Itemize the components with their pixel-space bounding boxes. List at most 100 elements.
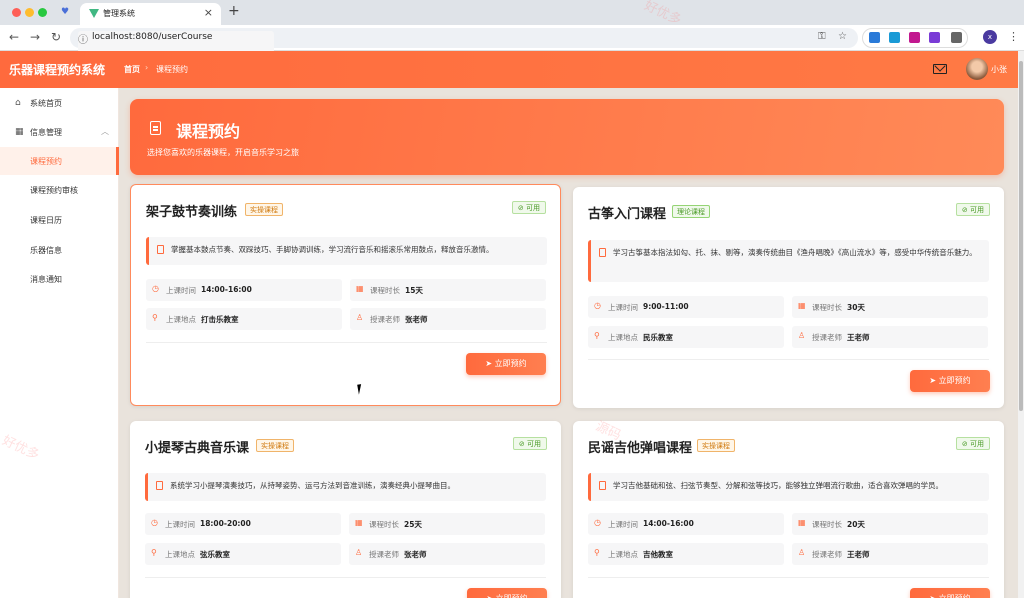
book-now-button[interactable]: ➤ 立即预约 <box>910 588 990 598</box>
button-label: 立即预约 <box>494 359 527 368</box>
sidebar-item-calendar[interactable]: 课程日历 <box>0 206 119 234</box>
sidebar-item-booking-review[interactable]: 课程预约审核 <box>0 176 119 204</box>
clock-icon: ◷ <box>151 518 158 527</box>
course-card[interactable]: 架子鼓节奏训练 实操课程 ⊘ 可用 掌握基本鼓点节奏、双踩技巧、手脚协调训练，学… <box>130 184 561 406</box>
status-text: 可用 <box>970 206 984 214</box>
avatar[interactable] <box>966 58 988 80</box>
info-time: ◷ 上课时间 14:00-16:00 <box>588 513 784 535</box>
status-text: 可用 <box>970 440 984 448</box>
page-title: 课程预约 <box>176 122 241 141</box>
reload-icon[interactable]: ↻ <box>51 30 61 44</box>
course-title: 民谣吉他弹唱课程 <box>588 441 693 456</box>
sidebar-item-instruments[interactable]: 乐器信息 <box>0 236 119 264</box>
info-location: ⚲ 上课地点 民乐教室 <box>588 326 784 348</box>
sidebar-item-label: 信息管理 <box>30 128 62 137</box>
course-card[interactable]: 小提琴古典音乐课 实操课程 ⊘ 可用 系统学习小提琴演奏技巧，从持琴姿势、运弓方… <box>130 421 561 598</box>
sidebar-item-course-booking[interactable]: 课程预约 <box>0 147 119 175</box>
sidebar-item-home[interactable]: ⌂ 系统首页 <box>0 89 119 117</box>
maximize-window-button[interactable] <box>38 8 47 17</box>
puzzle-icon[interactable] <box>951 32 962 43</box>
info-label: 课程时长 <box>812 520 842 529</box>
book-now-button[interactable]: ➤ 立即预约 <box>910 370 990 392</box>
info-time: ◷ 上课时间 18:00-20:00 <box>145 513 341 535</box>
vue-tab-icon[interactable]: ♥ <box>61 7 72 17</box>
description-text: 系统学习小提琴演奏技巧，从持琴姿势、运弓方法到音准训练，演奏经典小提琴曲目。 <box>170 481 455 490</box>
sidebar-item-label: 消息通知 <box>30 275 62 284</box>
location-pin-icon: ⚲ <box>594 548 600 557</box>
status-text: 可用 <box>527 440 541 448</box>
page-subtitle: 选择您喜欢的乐器课程，开启音乐学习之旅 <box>147 148 299 157</box>
info-label: 上课地点 <box>165 550 195 559</box>
location-pin-icon: ⚲ <box>152 313 158 322</box>
status-text: 可用 <box>526 204 540 212</box>
info-location: ⚲ 上课地点 吉他教室 <box>588 543 784 565</box>
app-header: 乐器课程预约系统 首页 › 课程预约 小张 <box>0 51 1018 88</box>
clock-icon: ◷ <box>594 518 601 527</box>
user-icon: ♙ <box>798 548 806 557</box>
description-text: 学习吉他基础和弦、扫弦节奏型、分解和弦等技巧，能够独立弹唱流行歌曲，适合喜欢弹唱… <box>613 481 943 490</box>
extension-icon[interactable] <box>889 32 900 43</box>
sidebar-group-info[interactable]: ▦ 信息管理 ︿ <box>0 118 119 146</box>
clock-icon: ◷ <box>152 284 159 293</box>
menu-kebab-icon[interactable]: ⋮ <box>1008 30 1019 43</box>
extension-icon[interactable] <box>909 32 920 43</box>
address-bar-row: ← → ↻ ⓘ localhost:8080/userCourse ⚿ ☆ x … <box>0 25 1024 53</box>
forward-icon[interactable]: → <box>30 30 40 44</box>
info-label: 上课地点 <box>608 550 638 559</box>
info-value: 18:00-20:00 <box>200 519 251 528</box>
book-now-button[interactable]: ➤ 立即预约 <box>466 353 546 375</box>
url-field[interactable]: ⓘ localhost:8080/userCourse ⚿ ☆ <box>70 28 858 53</box>
info-label: 上课时间 <box>166 286 196 295</box>
info-teacher: ♙ 授课老师 王老师 <box>792 326 988 348</box>
tab-title: 管理系统 <box>103 9 135 18</box>
extensions-area <box>862 28 968 48</box>
key-icon[interactable]: ⚿ <box>818 31 826 42</box>
document-icon <box>157 245 164 254</box>
sidebar-item-notifications[interactable]: 消息通知 <box>0 265 119 293</box>
scrollbar[interactable] <box>1018 51 1024 598</box>
info-location: ⚲ 上课地点 弦乐教室 <box>145 543 341 565</box>
location-pin-icon: ⚲ <box>594 331 600 340</box>
info-teacher: ♙ 授课老师 张老师 <box>349 543 545 565</box>
info-value: 20天 <box>847 520 865 529</box>
info-label: 授课老师 <box>812 333 842 342</box>
info-label: 授课老师 <box>812 550 842 559</box>
info-teacher: ♙ 授课老师 王老师 <box>792 543 988 565</box>
document-icon <box>150 121 161 135</box>
mail-icon[interactable] <box>933 64 947 74</box>
divider <box>145 577 546 578</box>
app-brand: 乐器课程预约系统 <box>9 63 106 77</box>
document-icon <box>599 248 606 257</box>
sidebar-item-label: 课程日历 <box>30 216 62 225</box>
minimize-window-button[interactable] <box>25 8 34 17</box>
divider <box>588 359 989 360</box>
extension-icon[interactable] <box>869 32 880 43</box>
book-now-button[interactable]: ➤ 立即预约 <box>467 588 547 598</box>
browser-tab[interactable]: 管理系统 × <box>80 3 221 25</box>
username[interactable]: 小张 <box>991 64 1007 75</box>
info-time: ◷ 上课时间 9:00-11:00 <box>588 296 784 318</box>
close-window-button[interactable] <box>12 8 21 17</box>
mouse-cursor-icon <box>357 383 367 395</box>
tab-close-icon[interactable]: × <box>204 6 213 19</box>
page-banner: 课程预约 选择您喜欢的乐器课程，开启音乐学习之旅 <box>130 99 1004 175</box>
info-value: 14:00-16:00 <box>201 285 252 294</box>
info-label: 上课时间 <box>165 520 195 529</box>
document-icon <box>156 481 163 490</box>
course-card[interactable]: 民谣吉他弹唱课程 实操课程 ⊘ 可用 学习吉他基础和弦、扫弦节奏型、分解和弦等技… <box>573 421 1004 598</box>
extension-icon[interactable] <box>929 32 940 43</box>
info-value: 吉他教室 <box>643 550 673 559</box>
info-label: 课程时长 <box>369 520 399 529</box>
breadcrumb-home[interactable]: 首页 <box>124 64 140 75</box>
back-icon[interactable]: ← <box>9 30 19 44</box>
location-pin-icon: ⚲ <box>151 548 157 557</box>
new-tab-button[interactable]: + <box>228 3 240 19</box>
course-description: 掌握基本鼓点节奏、双踩技巧、手脚协调训练，学习流行音乐和摇滚乐常用鼓点，释放音乐… <box>146 237 547 265</box>
info-duration: ▦ 课程时长 15天 <box>350 279 546 301</box>
url-text: localhost:8080/userCourse <box>92 32 213 42</box>
course-card[interactable]: 古筝入门课程 理论课程 ⊘ 可用 学习古筝基本指法如勾、托、抹、剔等，演奏传统曲… <box>573 187 1004 408</box>
bookmark-star-icon[interactable]: ☆ <box>838 31 847 42</box>
profile-icon[interactable]: x <box>983 30 997 44</box>
scrollbar-thumb[interactable] <box>1019 61 1023 411</box>
info-duration: ▦ 课程时长 30天 <box>792 296 988 318</box>
